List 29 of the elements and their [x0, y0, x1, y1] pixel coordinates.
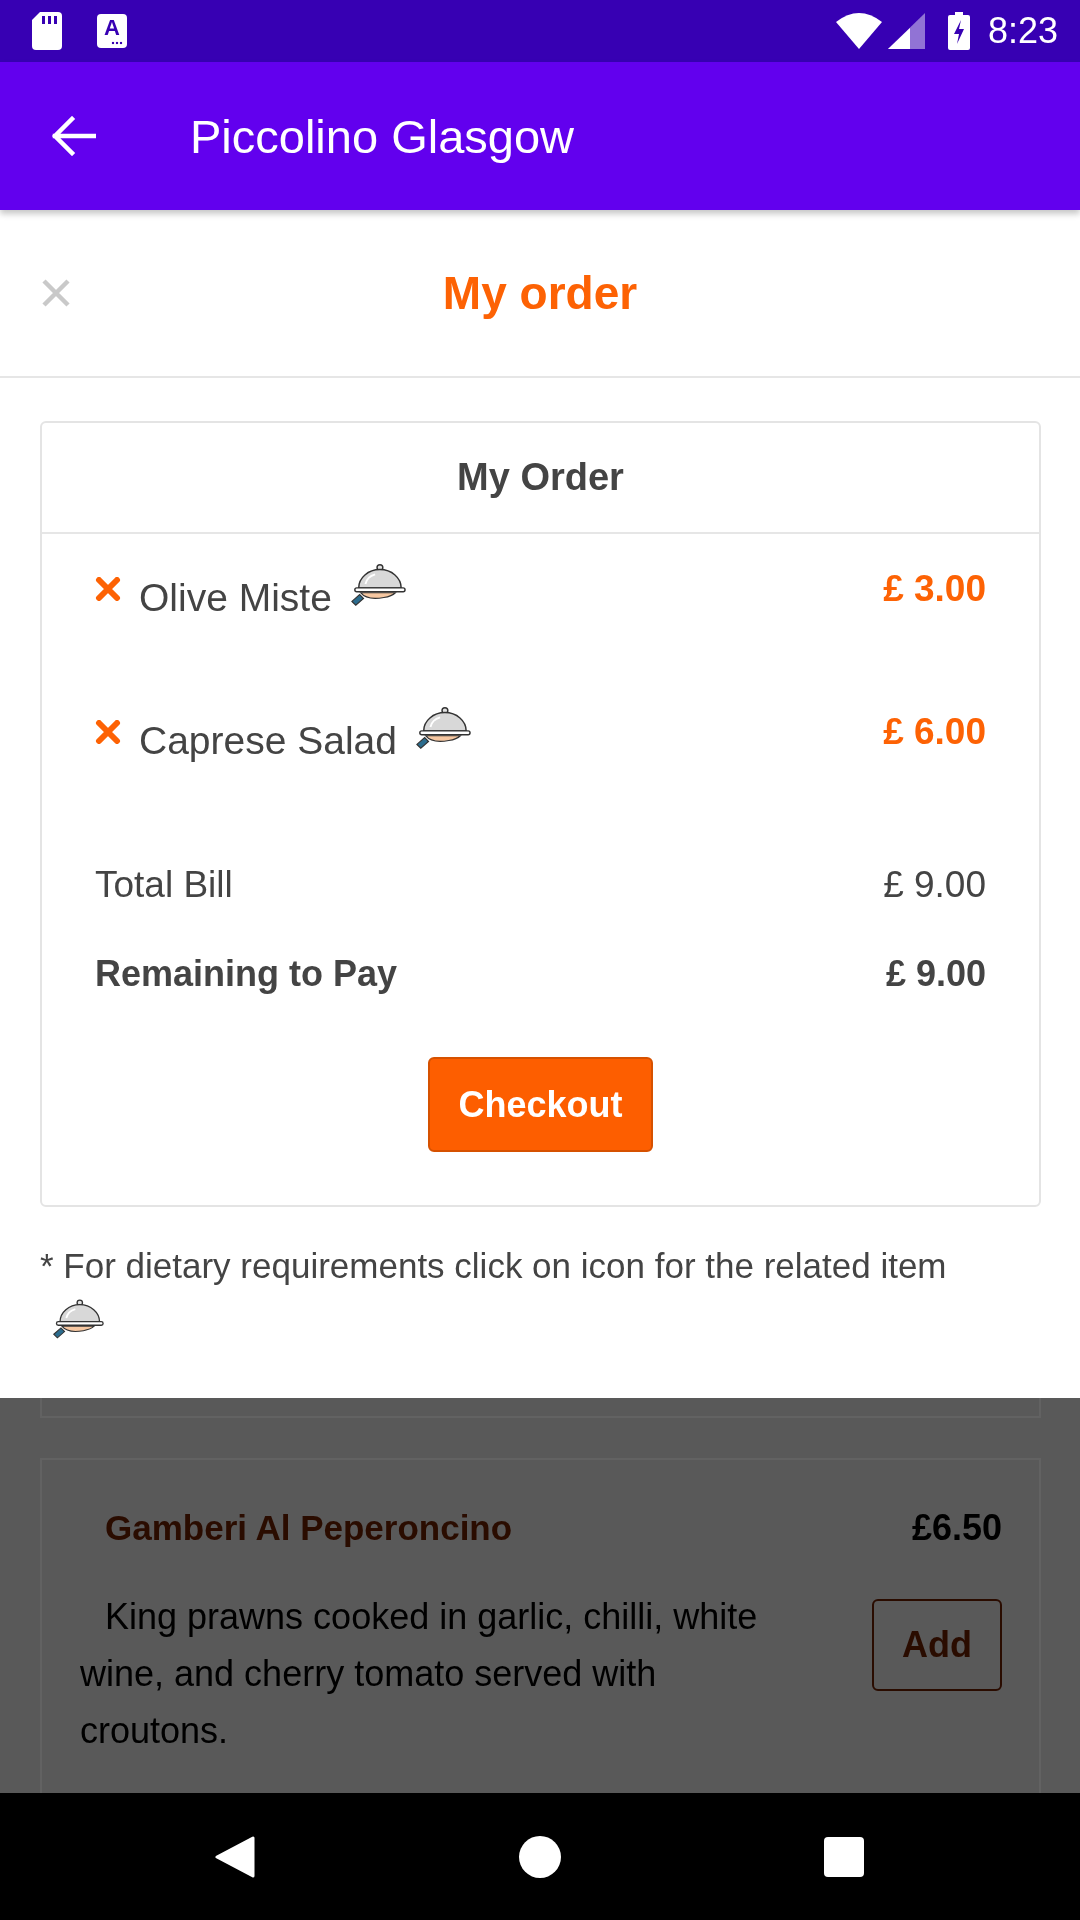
item-price: £ 3.00: [883, 566, 986, 611]
back-icon[interactable]: [215, 1835, 255, 1878]
sd-card-icon: [32, 12, 62, 50]
back-arrow-icon[interactable]: [50, 116, 96, 156]
total-value: £ 9.00: [883, 863, 986, 908]
total-label: Remaining to Pay: [95, 952, 398, 996]
add-button[interactable]: Add: [872, 1599, 1002, 1692]
item-name: Olive Miste: [139, 574, 332, 621]
item-price: £ 6.00: [883, 709, 986, 754]
status-time: 8:23: [987, 13, 1058, 49]
remove-x-icon[interactable]: [95, 576, 121, 600]
remove-x-icon[interactable]: [95, 719, 121, 743]
total-value: £ 9.00: [885, 952, 986, 996]
signal-icon: [887, 13, 925, 49]
item-name: Caprese Salad: [139, 717, 397, 764]
total-label: Total Bill: [95, 863, 233, 908]
checkout-button[interactable]: Checkout: [428, 1057, 653, 1152]
notification-icon: A: [97, 14, 127, 48]
dietary-note: * For dietary requirements click on icon for the related item: [40, 1245, 948, 1287]
menu-item-price: £6.50: [911, 1506, 1002, 1550]
card-title: My Order: [457, 455, 624, 500]
menu-item-description: King prawns cooked in garlic, chilli, white wine, and cherry tomato served with croutons.: [80, 1595, 759, 1754]
served-dish-icon[interactable]: [415, 705, 471, 751]
recents-icon[interactable]: [824, 1836, 864, 1877]
served-dish-icon[interactable]: [349, 562, 406, 608]
home-icon[interactable]: [519, 1835, 561, 1878]
wifi-icon: [835, 13, 882, 49]
battery-charging-icon: [947, 12, 970, 50]
menu-item-name: Gamberi Al Peperoncino: [105, 1506, 513, 1549]
